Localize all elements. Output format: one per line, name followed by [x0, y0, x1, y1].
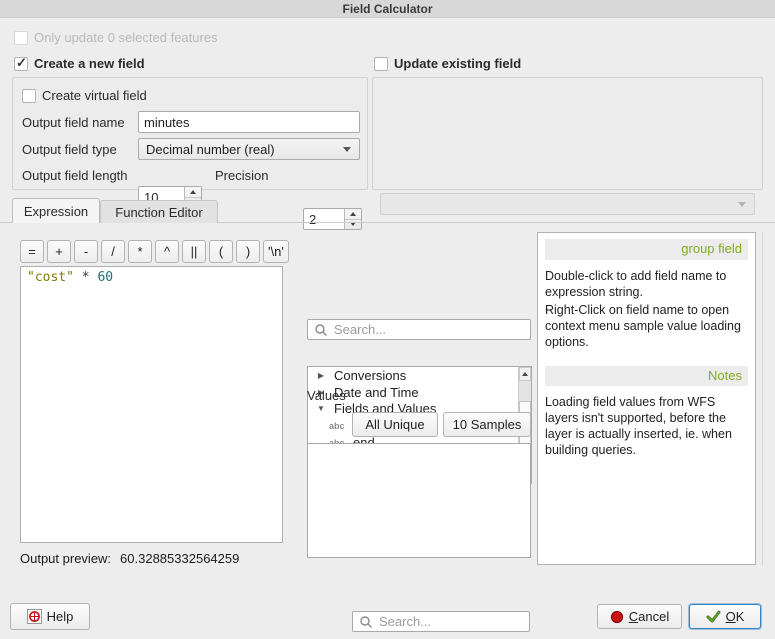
chevron-down-icon — [738, 202, 746, 207]
update-field-groupbox — [372, 77, 763, 190]
search-icon — [314, 323, 328, 337]
samples-button[interactable]: 10 Samples — [443, 412, 531, 437]
create-new-field-label: Create a new field — [34, 56, 145, 71]
expand-down-icon[interactable]: ▼ — [308, 404, 334, 413]
expression-field-token: "cost" — [27, 270, 74, 285]
operator-plus-button[interactable]: + — [47, 240, 71, 263]
chevron-down-icon — [343, 147, 351, 152]
output-field-name-label: Output field name — [22, 115, 125, 130]
up-arrow-icon — [522, 372, 528, 376]
values-search-input[interactable] — [377, 612, 527, 631]
panel-splitter[interactable] — [762, 232, 763, 565]
ok-button-label: OK — [726, 609, 745, 624]
window-title: Field Calculator — [0, 0, 775, 18]
output-field-type-select[interactable]: Decimal number (real) — [138, 138, 360, 160]
precision-stepper[interactable]: 2 — [303, 208, 362, 230]
checkbox-icon[interactable] — [14, 31, 28, 45]
operator-newline-button[interactable]: '\n' — [263, 240, 289, 263]
scroll-up-button[interactable] — [519, 367, 531, 381]
field-calculator-dialog: Field Calculator Only update 0 selected … — [0, 0, 775, 639]
cancel-button-label: Cancel — [629, 609, 669, 624]
help-group-title: group field — [545, 239, 748, 260]
function-search-input[interactable] — [332, 320, 528, 339]
string-field-icon: abc — [329, 421, 353, 431]
precision-value: 2 — [309, 212, 316, 227]
all-unique-button[interactable]: All Unique — [352, 412, 438, 437]
precision-label: Precision — [215, 168, 268, 183]
existing-field-select — [380, 193, 755, 215]
create-new-field-checkbox[interactable]: Create a new field — [14, 56, 145, 71]
create-virtual-field-label: Create virtual field — [42, 88, 147, 103]
checkbox-checked-icon[interactable] — [14, 57, 28, 71]
help-button-label: Help — [47, 609, 74, 624]
output-field-name-input[interactable]: minutes — [138, 111, 360, 133]
help-body-line: Double-click to add field name to expres… — [545, 268, 748, 300]
only-update-checkbox[interactable]: Only update 0 selected features — [14, 30, 218, 45]
output-preview-value: 60.32885332564259 — [120, 551, 239, 566]
operator-close-paren-button[interactable]: ) — [236, 240, 260, 263]
tree-group-conversions[interactable]: ▶ Conversions — [308, 367, 518, 384]
expression-number-token: 60 — [97, 270, 113, 285]
tree-group-label: Date and Time — [334, 385, 419, 400]
update-existing-field-label: Update existing field — [394, 56, 521, 71]
function-help-panel: group field Double-click to add field na… — [537, 232, 756, 565]
cancel-button[interactable]: Cancel — [597, 604, 682, 629]
expression-operator-token: * — [74, 270, 97, 285]
help-notes-body: Loading field values from WFS layers isn… — [545, 394, 748, 458]
tab-expression-label: Expression — [24, 204, 88, 219]
operator-equals-button[interactable]: = — [20, 240, 44, 263]
up-arrow-icon — [190, 190, 196, 194]
help-button[interactable]: Help — [10, 603, 90, 630]
operator-divide-button[interactable]: / — [101, 240, 125, 263]
output-field-type-label: Output field type — [22, 142, 117, 157]
samples-label: 10 Samples — [453, 417, 522, 432]
search-icon — [359, 615, 373, 629]
output-field-type-value: Decimal number (real) — [146, 142, 275, 157]
function-search[interactable] — [307, 319, 531, 340]
operator-open-paren-button[interactable]: ( — [209, 240, 233, 263]
operator-button-row: = + - / * ^ || ( ) '\n' — [20, 240, 289, 263]
up-arrow-icon — [350, 212, 356, 216]
operator-power-button[interactable]: ^ — [155, 240, 179, 263]
expand-right-icon[interactable]: ▶ — [308, 371, 334, 380]
expression-editor[interactable]: "cost" * 60 — [20, 266, 283, 543]
all-unique-label: All Unique — [365, 417, 424, 432]
help-body-line: Right-Click on field name to open contex… — [545, 302, 748, 350]
output-preview: Output preview: 60.32885332564259 — [20, 551, 239, 566]
ok-button[interactable]: OK — [689, 604, 761, 629]
update-existing-field-checkbox[interactable]: Update existing field — [374, 56, 521, 71]
create-virtual-field-checkbox[interactable]: Create virtual field — [22, 88, 147, 103]
cancel-icon — [610, 610, 624, 624]
output-preview-label: Output preview: — [20, 551, 111, 566]
tab-function-editor-label: Function Editor — [115, 205, 202, 220]
help-icon — [27, 609, 42, 624]
help-notes-title: Notes — [545, 366, 748, 387]
stepper-buttons[interactable] — [344, 209, 361, 229]
tree-group-label: Conversions — [334, 368, 406, 383]
only-update-label: Only update 0 selected features — [34, 30, 218, 45]
checkbox-icon[interactable] — [374, 57, 388, 71]
operator-concat-button[interactable]: || — [182, 240, 206, 263]
values-search[interactable] — [352, 611, 530, 632]
tab-function-editor[interactable]: Function Editor — [100, 200, 218, 223]
values-label: Values — [307, 388, 346, 403]
operator-multiply-button[interactable]: * — [128, 240, 152, 263]
operator-minus-button[interactable]: - — [74, 240, 98, 263]
output-field-name-value: minutes — [144, 115, 190, 130]
tab-expression[interactable]: Expression — [12, 198, 100, 223]
values-list[interactable] — [307, 443, 531, 558]
output-field-length-label: Output field length — [22, 168, 128, 183]
checkbox-icon[interactable] — [22, 89, 36, 103]
ok-check-icon — [706, 610, 721, 623]
